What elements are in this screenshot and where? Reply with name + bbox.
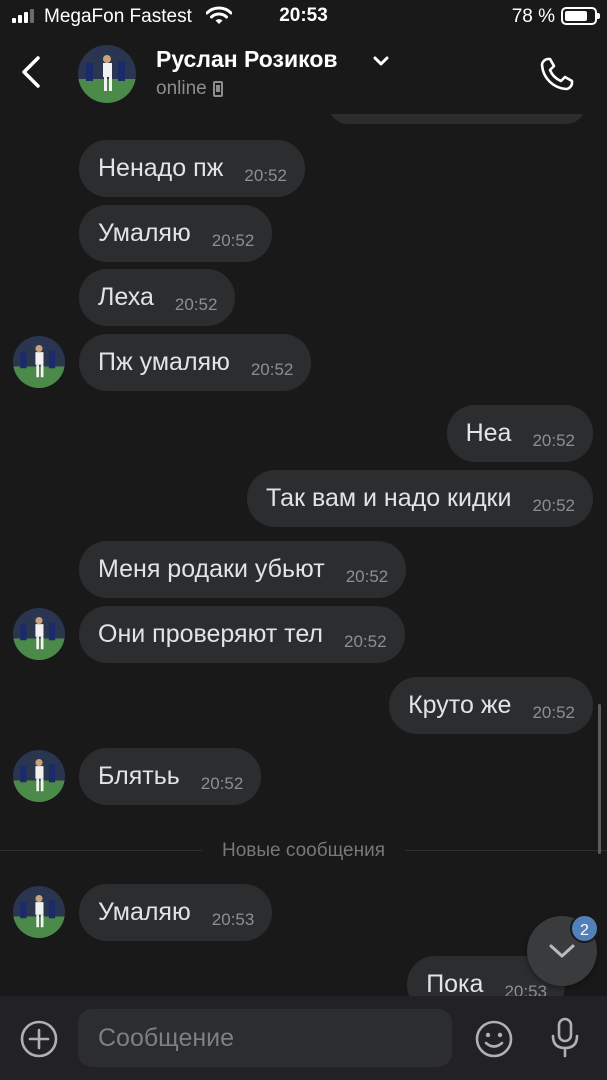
presence-status: online (156, 78, 223, 100)
mobile-device-icon (212, 81, 223, 97)
message-text: Неа (465, 419, 512, 447)
sender-avatar[interactable] (13, 608, 65, 660)
incoming-message[interactable]: Они проверяют тел 20:52 (79, 606, 405, 663)
chevron-down-icon[interactable] (372, 54, 390, 68)
message-text: Круто же (408, 691, 512, 719)
chevron-down-icon (549, 944, 575, 958)
attach-plus-icon[interactable] (19, 1019, 59, 1059)
incoming-message[interactable]: Блятьь 20:52 (79, 748, 262, 805)
message-time: 20:53 (504, 981, 547, 997)
sender-avatar[interactable] (13, 750, 65, 802)
message-time: 20:52 (532, 430, 575, 450)
battery-percent: 78 % (511, 6, 555, 27)
message-time: 20:52 (532, 495, 575, 515)
status-bar: MegaFon Fastest 20:53 78 % (0, 0, 607, 34)
message-bubble-partial (328, 114, 586, 124)
message-time: 20:52 (345, 566, 389, 586)
message-time: 20:53 (211, 909, 255, 929)
unread-count-badge: 2 (570, 914, 599, 943)
phone-call-icon[interactable] (537, 54, 577, 94)
new-messages-divider: Новые сообщения (0, 840, 607, 862)
new-messages-label: Новые сообщения (202, 840, 405, 861)
contact-avatar[interactable] (78, 45, 136, 103)
message-time: 20:52 (532, 702, 575, 722)
message-text: Блятьь (98, 762, 180, 790)
message-time: 20:52 (244, 165, 287, 185)
outgoing-message[interactable]: Круто же 20:52 (389, 677, 593, 734)
message-input[interactable] (78, 1009, 452, 1067)
message-time: 20:52 (344, 631, 387, 651)
scrollbar[interactable] (598, 704, 601, 854)
emoji-icon[interactable] (474, 1019, 514, 1059)
sender-avatar[interactable] (13, 336, 65, 388)
back-chevron-icon[interactable] (14, 52, 48, 92)
message-text: Они проверяют тел (98, 620, 323, 648)
incoming-message[interactable]: Пж умаляю 20:52 (79, 334, 312, 391)
message-text: Так вам и надо кидки (266, 484, 512, 512)
incoming-message[interactable]: Леха 20:52 (79, 269, 236, 326)
outgoing-message[interactable]: Неа 20:52 (446, 405, 593, 462)
message-time: 20:52 (174, 294, 218, 314)
message-time: 20:52 (200, 773, 244, 793)
message-time: 20:52 (211, 230, 255, 250)
message-text: Меня родаки убьют (98, 555, 325, 583)
message-text: Умаляю (98, 898, 191, 926)
incoming-message[interactable]: Ненадо пж 20:52 (79, 140, 305, 197)
incoming-message[interactable]: Меня родаки убьют 20:52 (79, 541, 407, 598)
sender-avatar[interactable] (13, 886, 65, 938)
chat-header: Руслан Розиков online (0, 34, 607, 114)
incoming-message[interactable]: Умаляю 20:53 (79, 884, 273, 941)
message-text: Пока (426, 970, 484, 996)
outgoing-message[interactable]: Так вам и надо кидки 20:52 (247, 470, 593, 527)
incoming-message[interactable]: Умаляю 20:52 (79, 205, 273, 262)
microphone-icon[interactable] (545, 1016, 585, 1060)
message-composer (0, 996, 607, 1080)
message-time: 20:52 (250, 359, 294, 379)
battery-icon (561, 7, 600, 25)
presence-text: online (156, 78, 207, 99)
message-list[interactable]: Ненадо пж 20:52 Умаляю 20:52 Леха 20:52 … (0, 114, 607, 996)
message-text: Леха (98, 283, 154, 311)
message-text: Умаляю (98, 219, 191, 247)
contact-name[interactable]: Руслан Розиков (156, 46, 338, 73)
message-text: Пж умаляю (98, 348, 230, 376)
message-text: Ненадо пж (98, 154, 224, 182)
